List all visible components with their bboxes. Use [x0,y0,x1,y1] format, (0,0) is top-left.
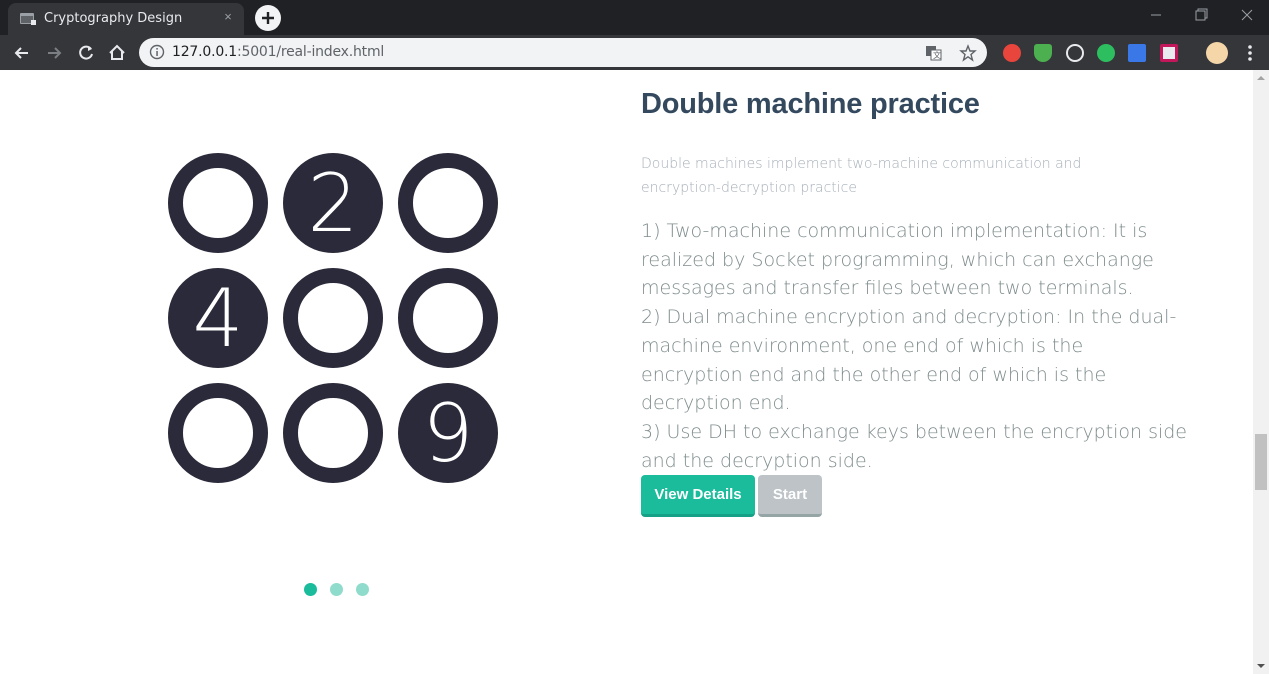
home-icon[interactable] [107,43,127,63]
page-content: 24 9 Double machine practice Double machi… [0,70,1253,674]
browser-toolbar: 127.0.0.1:5001/real-index.html 文 [0,35,1269,70]
browser-tab[interactable]: Cryptography Design × [8,3,244,35]
feature-point-2: 2) Dual machine encryption and decryptio… [641,306,1177,415]
circle-digit: 9 [423,387,474,480]
profile-avatar[interactable] [1206,42,1228,64]
svg-text:文: 文 [933,50,941,60]
feature-point-3: 3) Use DH to exchange keys between the e… [641,420,1187,472]
tab-title: Cryptography Design [44,11,183,26]
scrollbar[interactable] [1253,70,1269,674]
carousel-dot[interactable] [356,583,369,596]
url-host: 127.0.0.1 [172,44,237,60]
new-tab-button[interactable] [255,5,281,31]
ring-circle [283,268,383,368]
restore-icon [1195,8,1208,21]
view-details-button[interactable]: View Details [641,475,755,517]
extension-1-icon[interactable] [1003,44,1021,62]
shield-extension-icon[interactable] [1034,44,1052,62]
scroll-down-icon[interactable] [1253,658,1269,674]
back-arrow-icon[interactable] [12,43,32,63]
translate-icon[interactable]: 文 [925,44,943,62]
scroll-up-icon[interactable] [1253,70,1269,86]
ring-circle [168,153,268,253]
ring-circle [168,383,268,483]
tab-strip: Cryptography Design × [0,0,1269,35]
address-bar[interactable]: 127.0.0.1:5001/real-index.html 文 [139,38,987,67]
info-icon[interactable] [149,44,165,60]
ring-circle [398,153,498,253]
cryptography-illustration: 24 9 [168,153,498,483]
page-title: Double machine practice [641,88,980,120]
reload-icon[interactable] [76,43,96,63]
circle-digit: 4 [193,272,244,365]
start-button[interactable]: Start [758,475,822,517]
minimize-window-button[interactable] [1133,0,1178,30]
ring-circle [398,268,498,368]
url-text: 127.0.0.1:5001/real-index.html [172,44,384,60]
page-icon [20,13,36,25]
minimize-icon [1151,14,1161,16]
circle-digit: 2 [308,157,359,250]
close-tab-icon[interactable]: × [220,9,236,25]
carousel-dot[interactable] [330,583,343,596]
close-window-button[interactable] [1224,0,1269,30]
pocket-extension-icon[interactable] [1160,44,1178,62]
restore-window-button[interactable] [1178,0,1223,30]
feature-description: 1) Two-machine communication implementat… [641,217,1189,475]
forward-arrow-icon[interactable] [44,43,64,63]
feature-point-1: 1) Two-machine communication implementat… [641,220,1154,300]
extension-blue-icon[interactable] [1128,44,1146,62]
carousel-dot[interactable] [304,583,317,596]
evernote-extension-icon[interactable] [1097,44,1115,62]
menu-kebab-icon[interactable] [1240,43,1260,63]
scrollbar-thumb[interactable] [1255,434,1267,490]
section-subtitle: Double machines implement two-machine co… [641,156,1082,196]
ring-circle [283,383,383,483]
plus-icon [262,12,274,24]
bookmark-star-icon[interactable] [959,44,977,62]
close-icon [1241,9,1253,21]
extension-c-icon[interactable] [1066,44,1084,62]
url-path: :5001/real-index.html [237,44,385,60]
